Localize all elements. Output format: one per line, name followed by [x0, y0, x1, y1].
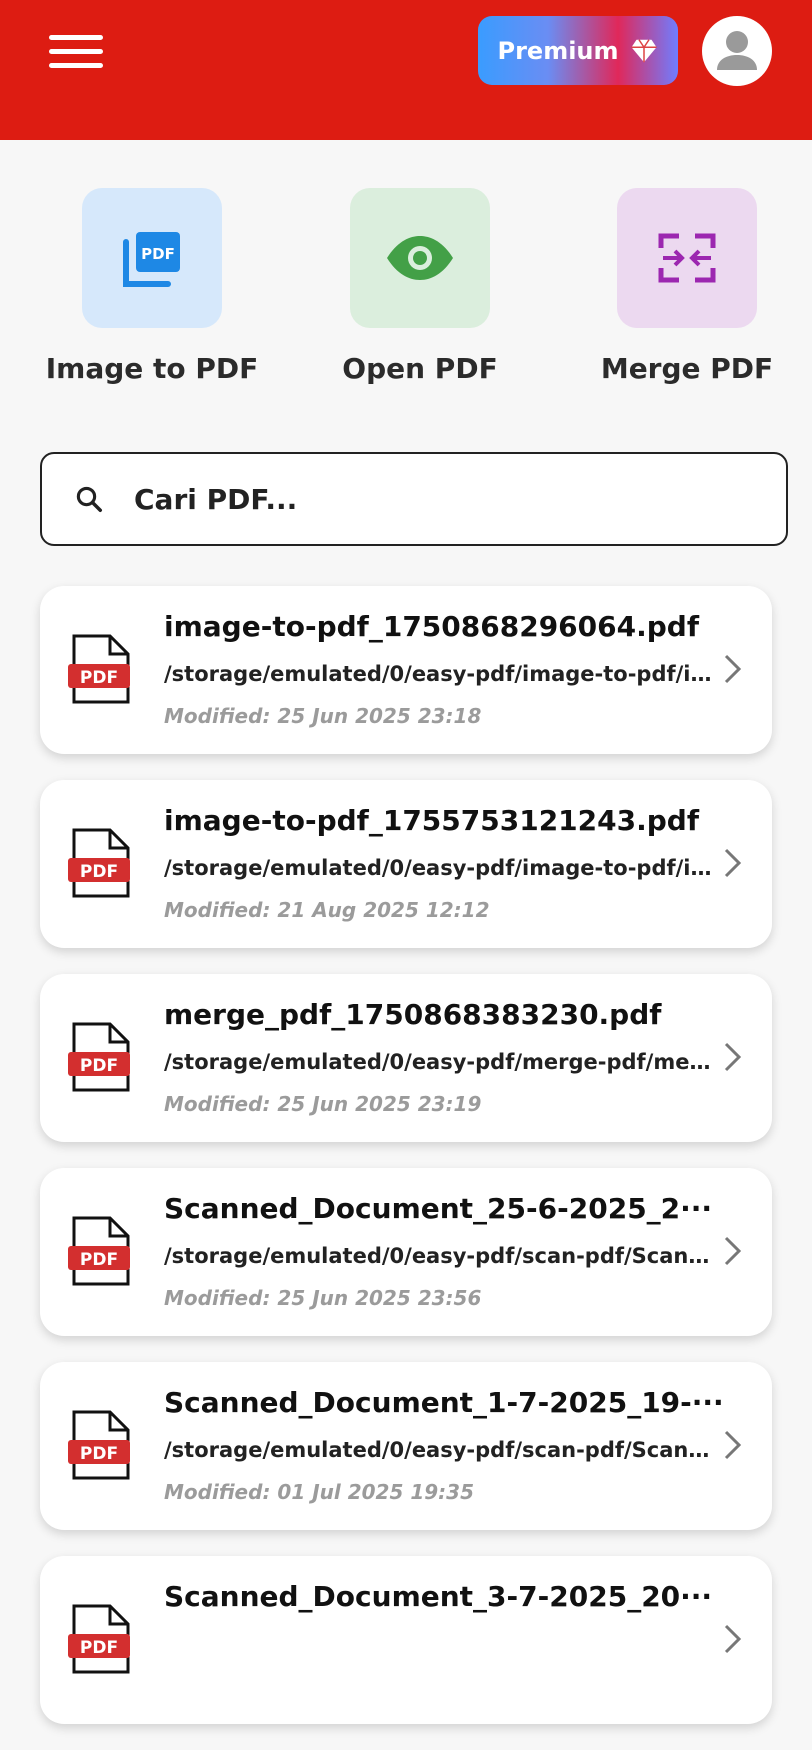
- file-card[interactable]: PDF image-to-pdf_1755753121243.pdf /stor…: [40, 780, 772, 948]
- file-path: /storage/emulated/0/easy-pdf/image-to-pd…: [164, 662, 720, 686]
- pdf-file-icon: PDF: [68, 1022, 130, 1092]
- file-name: Scanned_Document_25-6-2025_2···: [164, 1192, 713, 1225]
- chevron-right-icon: [724, 654, 742, 684]
- app-header: Premium: [0, 0, 812, 140]
- chevron-right-icon: [724, 1042, 742, 1072]
- chevron-right-icon: [724, 848, 742, 878]
- search-bar: [40, 452, 788, 546]
- pdf-file-icon: PDF: [68, 1604, 130, 1674]
- premium-label: Premium: [497, 36, 619, 65]
- svg-text:PDF: PDF: [80, 1250, 118, 1270]
- merge-pdf-label: Merge PDF: [600, 352, 774, 385]
- svg-text:PDF: PDF: [80, 1056, 118, 1076]
- quick-actions: PDF Image to PDF Open PDF Merge PDF: [0, 188, 812, 398]
- merge-icon: [658, 233, 716, 283]
- chevron-right-icon: [724, 1624, 742, 1654]
- file-name: Scanned_Document_3-7-2025_20···: [164, 1580, 713, 1613]
- chevron-right-icon: [724, 1236, 742, 1266]
- file-card[interactable]: PDF Scanned_Document_1-7-2025_19-··· /st…: [40, 1362, 772, 1530]
- profile-avatar[interactable]: [702, 16, 772, 86]
- file-name: Scanned_Document_1-7-2025_19-···: [164, 1386, 724, 1419]
- eye-icon: [387, 236, 453, 280]
- user-icon: [717, 31, 757, 70]
- file-name: merge_pdf_1750868383230.pdf: [164, 998, 662, 1031]
- image-to-pdf-icon: PDF: [123, 232, 180, 287]
- file-name: image-to-pdf_1750868296064.pdf: [164, 610, 700, 643]
- file-modified: Modified: 25 Jun 2025 23:56: [164, 1286, 482, 1310]
- image-to-pdf-action[interactable]: PDF Image to PDF: [32, 188, 272, 385]
- pdf-file-icon: PDF: [68, 828, 130, 898]
- file-name: image-to-pdf_1755753121243.pdf: [164, 804, 700, 837]
- file-card[interactable]: PDF image-to-pdf_1750868296064.pdf /stor…: [40, 586, 772, 754]
- file-modified: Modified: 21 Aug 2025 12:12: [164, 898, 490, 922]
- diamond-icon: [631, 38, 657, 62]
- search-input[interactable]: [132, 481, 696, 517]
- svg-text:PDF: PDF: [80, 1638, 118, 1658]
- file-card[interactable]: PDF Scanned_Document_25-6-2025_2··· /sto…: [40, 1168, 772, 1336]
- open-pdf-tile[interactable]: [350, 188, 490, 328]
- file-card[interactable]: PDF merge_pdf_1750868383230.pdf /storage…: [40, 974, 772, 1142]
- pdf-file-icon: PDF: [68, 634, 130, 704]
- pdf-file-icon: PDF: [68, 1216, 130, 1286]
- svg-text:PDF: PDF: [80, 862, 118, 882]
- merge-pdf-action[interactable]: Merge PDF: [567, 188, 807, 385]
- file-path: /storage/emulated/0/easy-pdf/image-to-pd…: [164, 856, 720, 880]
- chevron-right-icon: [724, 1430, 742, 1460]
- file-list: PDF image-to-pdf_1750868296064.pdf /stor…: [40, 586, 772, 1750]
- svg-text:PDF: PDF: [80, 1444, 118, 1464]
- svg-text:PDF: PDF: [141, 245, 175, 263]
- file-modified: Modified: 01 Jul 2025 19:35: [164, 1480, 474, 1504]
- file-modified: Modified: 25 Jun 2025 23:19: [164, 1092, 482, 1116]
- premium-button[interactable]: Premium: [478, 16, 678, 85]
- merge-pdf-tile[interactable]: [617, 188, 757, 328]
- file-modified: Modified: 25 Jun 2025 23:18: [164, 704, 482, 728]
- file-path: /storage/emulated/0/easy-pdf/scan-pdf/Sc…: [164, 1244, 720, 1268]
- hamburger-icon: [49, 34, 103, 40]
- search-icon: [76, 486, 102, 512]
- file-path: /storage/emulated/0/easy-pdf/scan-pdf/Sc…: [164, 1438, 720, 1462]
- pdf-file-icon: PDF: [68, 1410, 130, 1480]
- open-pdf-label: Open PDF: [342, 352, 498, 385]
- file-path: /storage/emulated/0/easy-pdf/merge-pdf/m…: [164, 1050, 720, 1074]
- image-to-pdf-tile[interactable]: PDF: [82, 188, 222, 328]
- open-pdf-action[interactable]: Open PDF: [300, 188, 540, 385]
- file-card[interactable]: PDF Scanned_Document_3-7-2025_20···: [40, 1556, 772, 1724]
- menu-button[interactable]: [40, 24, 112, 78]
- image-to-pdf-label: Image to PDF: [45, 352, 259, 385]
- svg-text:PDF: PDF: [80, 668, 118, 688]
